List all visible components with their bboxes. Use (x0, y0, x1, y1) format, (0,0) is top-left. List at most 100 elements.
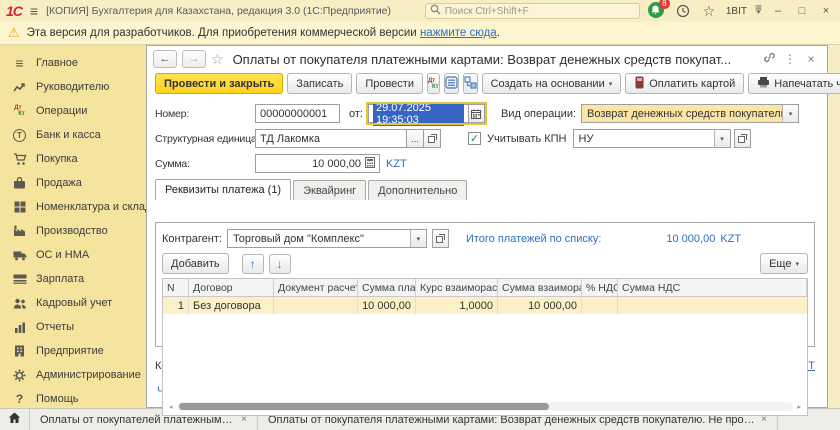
app-title: [КОПИЯ] Бухгалтерия для Казахстана, реда… (46, 5, 391, 17)
calculator-icon[interactable] (365, 157, 375, 171)
sidebar-item-salary[interactable]: Зарплата (0, 267, 146, 291)
sidebar-item-inventory[interactable]: Номенклатура и склад (0, 195, 146, 219)
sidebar-item-fixed-assets[interactable]: ОС и НМА (0, 243, 146, 267)
document-structure-button[interactable] (463, 73, 478, 94)
sidebar-item-enterprise[interactable]: Предприятие (0, 339, 146, 363)
structural-unit-input[interactable]: ТД Лакомка (255, 129, 407, 148)
sidebar-item-production[interactable]: Производство (0, 219, 146, 243)
favorites-star-icon[interactable]: ☆ (700, 2, 718, 20)
close-window-button[interactable]: × (818, 5, 834, 17)
scroll-left-icon[interactable]: ◂ (169, 403, 177, 411)
minimize-button[interactable]: – (770, 5, 786, 17)
sidebar-item-bank-cash[interactable]: Т Банк и касса (0, 123, 146, 147)
back-button[interactable]: ← (153, 50, 177, 68)
tab-additional[interactable]: Дополнительно (368, 180, 467, 200)
document-form-window: ← → ☆ Оплаты от покупателя платежными ка… (146, 45, 828, 408)
structure-icon (464, 76, 477, 92)
menu-lines-icon: ≡ (12, 56, 27, 71)
maximize-button[interactable]: □ (794, 5, 810, 17)
warning-icon: ⚠ (8, 25, 20, 41)
move-down-button[interactable]: ↓ (269, 254, 291, 274)
counterparty-select[interactable]: Торговый дом "Комплекс" ▾ (227, 229, 427, 248)
move-up-button[interactable]: ↑ (242, 254, 264, 274)
post-and-close-button[interactable]: Провести и закрыть (155, 73, 283, 94)
kpn-select[interactable]: НУ ▾ (573, 129, 731, 148)
operation-kind-select[interactable]: Возврат денежных средств покупателю ▾ (581, 104, 799, 123)
table-more-button[interactable]: Еще▾ (760, 253, 808, 274)
trend-chart-icon (12, 80, 27, 95)
sidebar-item-purchase[interactable]: Покупка (0, 147, 146, 171)
sidebar-item-main[interactable]: ≡ Главное (0, 51, 146, 75)
write-button[interactable]: Записать (287, 73, 352, 94)
history-icon[interactable] (674, 2, 692, 20)
bag-icon (12, 176, 27, 191)
sidebar-item-reports[interactable]: Отчеты (0, 315, 146, 339)
grid-boxes-icon (12, 200, 27, 215)
show-postings-button[interactable]: ДтКт (427, 73, 440, 94)
warning-link[interactable]: нажмите сюда (420, 27, 497, 39)
open-kpn-icon[interactable] (734, 129, 751, 148)
date-label: от: (349, 108, 363, 120)
bar-chart-icon (12, 320, 27, 335)
structural-unit-label: Структурная единица: (155, 133, 255, 145)
chevron-down-icon[interactable]: ▾ (714, 130, 730, 147)
document-toolbar: Провести и закрыть Записать Провести ДтК… (147, 70, 827, 98)
pay-by-card-button[interactable]: Оплатить картой (625, 73, 744, 94)
kpn-label: Учитывать КПН (487, 133, 567, 145)
currency-label[interactable]: KZT (386, 158, 407, 170)
search-icon (430, 4, 441, 18)
sidebar-item-help[interactable]: ? Помощь (0, 387, 146, 408)
document-tabs: Реквизиты платежа (1) Эквайринг Дополнит… (147, 180, 827, 200)
horizontal-scrollbar[interactable]: ◂ ▸ (169, 402, 801, 411)
amount-input[interactable]: 10 000,00 (255, 154, 380, 173)
number-input[interactable]: 00000000001 (255, 104, 340, 123)
sidebar-item-manager[interactable]: Руководителю (0, 75, 146, 99)
post-button[interactable]: Провести (356, 73, 423, 94)
create-on-base-button[interactable]: Создать на основании▾ (482, 73, 622, 94)
coin-icon: Т (12, 128, 27, 143)
open-counterparty-icon[interactable] (432, 229, 449, 248)
notifications-button[interactable]: 8 (648, 2, 666, 20)
get-link-icon[interactable] (761, 51, 777, 67)
question-icon: ? (12, 392, 27, 407)
sidebar-item-hr[interactable]: Кадровый учет (0, 291, 146, 315)
chevron-down-icon: ▾ (609, 80, 613, 88)
global-search-input[interactable]: Поиск Ctrl+Shift+F (425, 3, 640, 19)
service-menu-icon[interactable]: ≡▾ (755, 6, 762, 16)
notification-badge: 8 (659, 0, 670, 9)
search-placeholder: Поиск Ctrl+Shift+F (445, 6, 529, 17)
choose-unit-button[interactable]: ... (407, 129, 424, 148)
chevron-down-icon[interactable]: ▾ (782, 105, 798, 122)
field-row-unit: Структурная единица: ТД Лакомка ... ✓ Уч… (147, 129, 827, 148)
favorite-star-icon[interactable]: ☆ (211, 51, 224, 68)
calendar-icon[interactable] (468, 104, 485, 123)
open-unit-icon[interactable] (424, 129, 441, 148)
total-currency: KZT (720, 233, 741, 245)
field-row-amount: Сумма: 10 000,00 KZT (147, 154, 827, 173)
home-icon (8, 412, 21, 427)
main-menu-icon[interactable]: ≡ (30, 3, 38, 19)
print-receipt-button[interactable]: Напечатать чек (748, 73, 840, 94)
more-kebab-icon[interactable]: ⋮ (782, 52, 798, 66)
current-user[interactable]: 1BIT (726, 6, 747, 17)
chevron-down-icon[interactable]: ▾ (410, 230, 426, 247)
register-records-button[interactable] (444, 73, 459, 94)
table-row[interactable]: 1 Без договора 10 000,00 1,0000 10 000,0… (163, 297, 807, 314)
forward-button[interactable]: → (182, 50, 206, 68)
sidebar-item-sales[interactable]: Продажа (0, 171, 146, 195)
document-header: ← → ☆ Оплаты от покупателя платежными ка… (147, 46, 827, 70)
sidebar-item-operations[interactable]: ДтКт Операции (0, 99, 146, 123)
add-row-button[interactable]: Добавить (162, 253, 229, 274)
tab-payment-details[interactable]: Реквизиты платежа (1) (155, 179, 291, 200)
scrollbar-thumb[interactable] (179, 403, 549, 410)
kpn-checkbox[interactable]: ✓ (468, 132, 481, 145)
cart-icon (12, 152, 27, 167)
date-input[interactable]: 29.07.2025 19:35:03 (368, 104, 485, 123)
scroll-right-icon[interactable]: ▸ (793, 403, 801, 411)
tab-acquiring[interactable]: Эквайринг (293, 180, 366, 200)
register-list-icon (445, 76, 458, 92)
home-button[interactable] (0, 409, 30, 430)
sidebar-item-administration[interactable]: Администрирование (0, 363, 146, 387)
close-document-icon[interactable]: × (803, 52, 819, 66)
chevron-down-icon: ▾ (795, 260, 799, 268)
